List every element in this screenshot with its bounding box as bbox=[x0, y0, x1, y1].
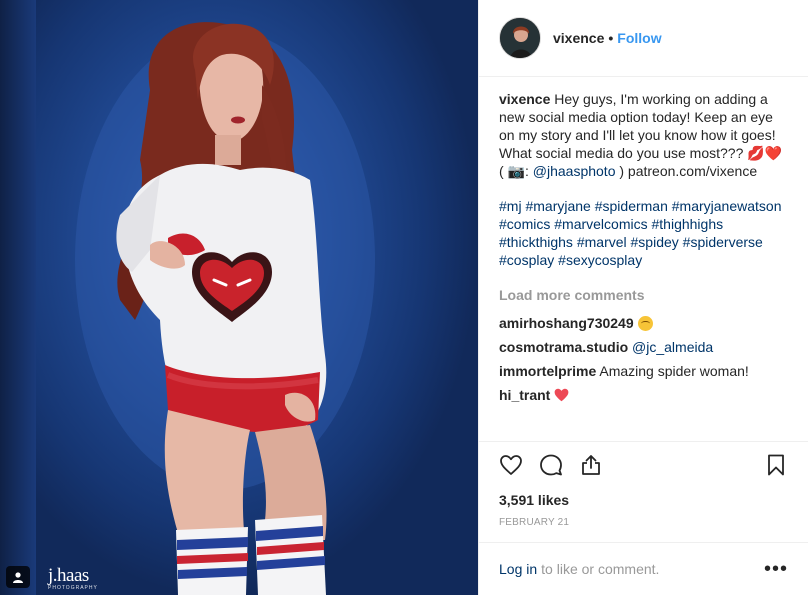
post-date[interactable]: FEBRUARY 21 bbox=[479, 508, 808, 528]
watermark-main: j.haas bbox=[48, 565, 89, 586]
comment-bubble-icon[interactable] bbox=[539, 453, 563, 477]
comment-item: hi_trant bbox=[499, 386, 788, 404]
hashtag-list: #mj #maryjane #spiderman #maryjanewatson… bbox=[499, 197, 788, 269]
comment-item: amirhoshang730249 bbox=[499, 314, 788, 332]
header-separator: • bbox=[608, 30, 614, 46]
smile-emoji-icon bbox=[637, 316, 653, 331]
hashtag-link[interactable]: #spiderverse bbox=[683, 234, 763, 250]
instagram-post: j.haas PHOTOGRAPHY vixence • Follow vixe… bbox=[0, 0, 808, 595]
post-header: vixence • Follow bbox=[479, 0, 808, 77]
hashtag-link[interactable]: #thickthighs bbox=[499, 234, 573, 250]
comment-item: immortelprime Amazing spider woman! bbox=[499, 362, 788, 380]
login-prompt-text: to like or comment. bbox=[541, 561, 660, 577]
post-side-panel: vixence • Follow vixence Hey guys, I'm w… bbox=[478, 0, 808, 595]
more-options-icon[interactable]: ••• bbox=[764, 558, 788, 581]
hashtag-link[interactable]: #spidey bbox=[631, 234, 679, 250]
caption-username[interactable]: vixence bbox=[499, 91, 550, 107]
cosplay-figure bbox=[75, 22, 375, 595]
caption-credit-suffix: ) patreon.com/vixence bbox=[615, 163, 758, 179]
comment-username[interactable]: immortelprime bbox=[499, 363, 596, 379]
comment-text: Amazing spider woman! bbox=[599, 363, 749, 379]
tagged-user-icon[interactable] bbox=[6, 566, 30, 588]
comment-item: cosmotrama.studio @jc_almeida bbox=[499, 338, 788, 356]
photographer-mention-link[interactable]: @jhaasphoto bbox=[533, 163, 616, 179]
hashtag-link[interactable]: #cosplay bbox=[499, 252, 554, 268]
login-prompt: Log in to like or comment. ••• bbox=[479, 542, 808, 595]
post-actions-bar bbox=[479, 441, 808, 488]
follow-button[interactable]: Follow bbox=[617, 30, 661, 46]
login-link[interactable]: Log in bbox=[499, 561, 537, 577]
hashtag-link[interactable]: #thighhighs bbox=[652, 216, 724, 232]
hashtag-link[interactable]: #maryjanewatson bbox=[672, 198, 782, 214]
hashtag-link[interactable]: #marvelcomics bbox=[554, 216, 647, 232]
share-icon[interactable] bbox=[579, 453, 603, 477]
hashtag-link[interactable]: #marvel bbox=[577, 234, 627, 250]
author-avatar[interactable] bbox=[499, 17, 541, 59]
comment-username[interactable]: hi_trant bbox=[499, 387, 550, 403]
caption-credit-prefix: ( 📷: bbox=[499, 163, 533, 179]
load-more-comments-button[interactable]: Load more comments bbox=[499, 286, 788, 304]
comments-list: vixence Hey guys, I'm working on adding … bbox=[479, 77, 808, 441]
heart-outline-icon[interactable] bbox=[499, 453, 523, 477]
author-username[interactable]: vixence bbox=[553, 30, 604, 46]
bookmark-icon[interactable] bbox=[764, 453, 788, 477]
caption-emojis: 💋❤️ bbox=[747, 145, 783, 161]
hashtag-link[interactable]: #sexycosplay bbox=[558, 252, 642, 268]
post-caption: vixence Hey guys, I'm working on adding … bbox=[499, 90, 788, 269]
heart-emoji-icon bbox=[554, 388, 569, 402]
hashtag-link[interactable]: #mj bbox=[499, 198, 522, 214]
comment-mention-link[interactable]: @jc_almeida bbox=[632, 339, 713, 355]
post-photo[interactable]: j.haas PHOTOGRAPHY bbox=[0, 0, 478, 595]
photographer-watermark: j.haas PHOTOGRAPHY bbox=[48, 566, 98, 591]
hashtag-link[interactable]: #spiderman bbox=[595, 198, 668, 214]
comment-username[interactable]: cosmotrama.studio bbox=[499, 339, 628, 355]
comment-username[interactable]: amirhoshang730249 bbox=[499, 315, 634, 331]
likes-count[interactable]: 3,591 likes bbox=[479, 488, 808, 508]
watermark-sub: PHOTOGRAPHY bbox=[48, 585, 98, 591]
hashtag-link[interactable]: #comics bbox=[499, 216, 550, 232]
hashtag-link[interactable]: #maryjane bbox=[525, 198, 590, 214]
